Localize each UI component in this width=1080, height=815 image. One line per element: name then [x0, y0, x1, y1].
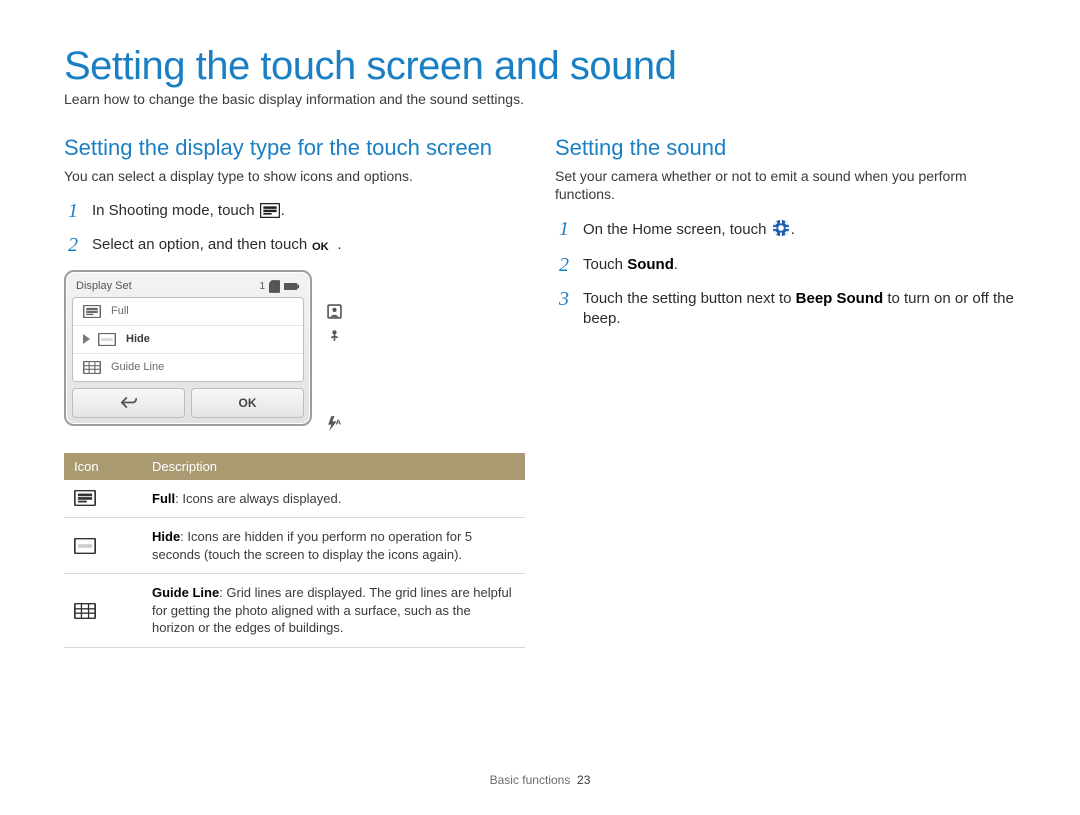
gear-blue-icon: [772, 219, 790, 237]
step-number: 2: [555, 255, 573, 275]
right-column: Setting the sound Set your camera whethe…: [555, 135, 1016, 648]
table-head-icon: Icon: [64, 453, 142, 480]
step-text: Select an option, and then touch: [92, 236, 311, 253]
step-text-post: .: [337, 236, 341, 253]
step-1: 1 On the Home screen, touch .: [555, 219, 1016, 240]
row-body: : Icons are always displayed.: [175, 491, 341, 506]
step-1: 1 In Shooting mode, touch .: [64, 201, 525, 221]
menu-item-label: Guide Line: [111, 361, 164, 373]
step-text: Touch the setting button next to: [583, 290, 796, 307]
display-hide-icon: [98, 333, 116, 346]
section-subtitle-display: You can select a display type to show ic…: [64, 167, 525, 185]
step-2: 2 Touch Sound.: [555, 255, 1016, 275]
page-title: Setting the touch screen and sound: [64, 44, 1016, 89]
table-row: Full: Icons are always displayed.: [64, 480, 525, 518]
portrait-icon: [327, 304, 342, 319]
row-lead: Full: [152, 491, 175, 506]
device-header-count: 1: [259, 281, 265, 292]
row-lead: Hide: [152, 529, 180, 544]
menu-item-label: Hide: [126, 333, 150, 345]
display-grid-icon: [74, 603, 132, 619]
step-bold: Sound: [627, 256, 674, 273]
device-mock: Display Set 1 Full: [64, 270, 312, 426]
step-text: On the Home screen, touch: [583, 221, 771, 238]
manual-page: Setting the touch screen and sound Learn…: [0, 0, 1080, 648]
menu-item-label: Full: [111, 305, 129, 317]
section-title-display: Setting the display type for the touch s…: [64, 135, 525, 161]
device-header: Display Set 1: [72, 278, 304, 297]
row-body: : Icons are hidden if you perform no ope…: [152, 529, 472, 562]
back-arrow-icon: [120, 396, 138, 409]
table-row: Guide Line: Grid lines are displayed. Th…: [64, 574, 525, 648]
page-footer: Basic functions 23: [0, 773, 1080, 787]
step-text: Touch: [583, 256, 627, 273]
sd-icon: [269, 280, 280, 293]
step-text-post: .: [281, 202, 285, 219]
selected-indicator-icon: [83, 334, 90, 344]
display-full-icon: [74, 490, 132, 506]
display-full-icon: [83, 305, 101, 318]
menu-item-guideline[interactable]: Guide Line: [73, 354, 303, 381]
macro-icon: [327, 327, 342, 342]
menu-item-full[interactable]: Full: [73, 298, 303, 326]
step-bold: Beep Sound: [796, 290, 884, 307]
flash-auto-icon: [326, 416, 343, 431]
page-subtitle: Learn how to change the basic display in…: [64, 91, 1016, 107]
table-head-description: Description: [142, 453, 525, 480]
footer-section: Basic functions: [490, 773, 571, 787]
ok-word-icon: [312, 239, 336, 252]
footer-page-number: 23: [577, 773, 590, 787]
step-3: 3 Touch the setting button next to Beep …: [555, 289, 1016, 330]
ok-button[interactable]: OK: [191, 388, 304, 418]
display-full-icon: [260, 203, 280, 218]
device-menu: Full Hide Guide Line: [72, 297, 304, 382]
left-column: Setting the display type for the touch s…: [64, 135, 525, 648]
section-subtitle-sound: Set your camera whether or not to emit a…: [555, 167, 1016, 203]
step-number: 3: [555, 289, 573, 309]
step-text-post: .: [791, 221, 795, 238]
display-hide-icon: [74, 538, 132, 554]
section-title-sound: Setting the sound: [555, 135, 1016, 161]
step-2: 2 Select an option, and then touch .: [64, 235, 525, 255]
step-text: In Shooting mode, touch: [92, 202, 259, 219]
step-number: 1: [555, 219, 573, 239]
device-header-title: Display Set: [76, 280, 132, 292]
back-button[interactable]: [72, 388, 185, 418]
ok-button-label: OK: [239, 396, 257, 410]
step-number: 1: [64, 201, 82, 221]
table-row: Hide: Icons are hidden if you perform no…: [64, 518, 525, 574]
device-side-icons: [326, 270, 343, 431]
menu-item-hide[interactable]: Hide: [73, 326, 303, 354]
display-grid-icon: [83, 361, 101, 374]
step-text-post: .: [674, 256, 678, 273]
step-number: 2: [64, 235, 82, 255]
row-lead: Guide Line: [152, 585, 219, 600]
battery-icon: [284, 282, 300, 291]
icon-description-table: Icon Description Full: Icons are always …: [64, 453, 525, 648]
